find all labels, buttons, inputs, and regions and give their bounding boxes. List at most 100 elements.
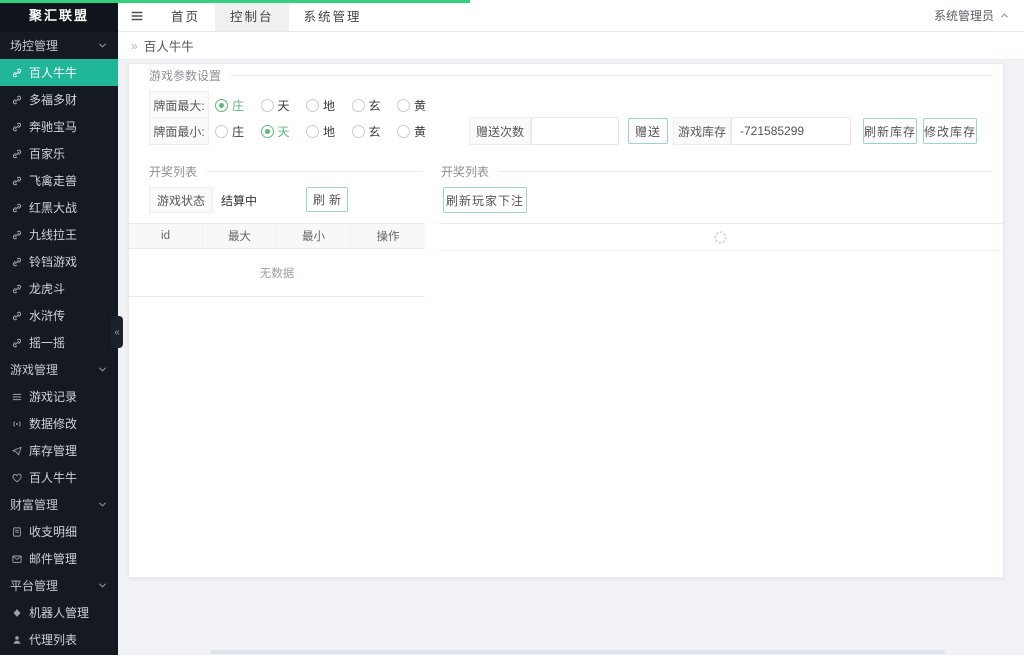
radio-option[interactable]: 地 (306, 123, 352, 140)
breadcrumb-prefix: » (131, 38, 138, 53)
sidebar-item-label: 机器人管理 (29, 606, 90, 620)
user-menu[interactable]: 系统管理员 (934, 0, 1024, 31)
lottery-table-header: id 最大 最小 操作 (129, 223, 425, 249)
chevron-up-icon (999, 10, 1010, 21)
radio-option[interactable]: 庄 (215, 123, 261, 140)
loading-progress-bar (0, 0, 470, 3)
link-icon (10, 255, 23, 268)
gift-count-input[interactable] (531, 117, 619, 145)
link-icon (10, 336, 23, 349)
sidebar-collapse-handle[interactable]: « (111, 316, 123, 348)
tab-console[interactable]: 控制台 (215, 0, 289, 31)
col-action: 操作 (376, 231, 400, 243)
radio-option[interactable]: 玄 (351, 97, 398, 114)
sidebar-item-2[interactable]: 多福多财 (0, 86, 118, 113)
heart-icon (10, 471, 23, 484)
card-min-label: 牌面最小: (149, 117, 209, 145)
game-stock-input[interactable] (731, 117, 851, 145)
sidebar-item-label: 代理列表 (29, 633, 78, 647)
link-icon (10, 174, 23, 187)
user-icon (10, 633, 23, 646)
sidebar-item-label: 百家乐 (29, 147, 66, 161)
sidebar-item-label: 水浒传 (29, 309, 66, 323)
breadcrumb: » 百人牛牛 (118, 32, 1024, 60)
radio-icon (215, 124, 228, 138)
radio-option[interactable]: 黄 (397, 97, 443, 114)
sidebar-item-19[interactable]: 邮件管理 (0, 545, 118, 572)
lottery-left-divider: 开奖列表 (149, 163, 422, 180)
sidebar-item-label: 财富管理 (10, 498, 59, 512)
sidebar-section-12[interactable]: 游戏管理 (0, 356, 118, 383)
game-status-value[interactable]: 结算中 (221, 187, 257, 213)
refresh-stock-button[interactable]: 刷新库存 (863, 118, 917, 144)
refresh-button[interactable]: 刷新 (306, 187, 348, 212)
sidebar-section-20[interactable]: 平台管理 (0, 572, 118, 599)
radio-option[interactable]: 玄 (351, 123, 398, 140)
sidebar-item-14[interactable]: 数据修改 (0, 410, 118, 437)
radio-option[interactable]: 天 (260, 97, 307, 114)
card-max-label: 牌面最大: (149, 91, 209, 119)
sidebar-item-21[interactable]: 机器人管理 (0, 599, 118, 626)
radio-icon (306, 98, 319, 112)
sidebar-item-11[interactable]: 摇一摇 (0, 329, 118, 356)
sidebar-item-4[interactable]: 百家乐 (0, 140, 118, 167)
sidebar-item-label: 数据修改 (29, 417, 78, 431)
link-icon (10, 120, 23, 133)
sidebar-item-label: 游戏记录 (29, 390, 78, 404)
sidebar-section-17[interactable]: 财富管理 (0, 491, 118, 518)
link-icon (10, 201, 23, 214)
sidebar-item-6[interactable]: 红黑大战 (0, 194, 118, 221)
lottery-right-divider: 开奖列表 (441, 163, 991, 180)
sidebar-item-label: 摇一摇 (29, 336, 66, 350)
hamburger-icon[interactable] (118, 0, 156, 31)
modify-stock-button[interactable]: 修改库存 (923, 118, 977, 144)
gift-button[interactable]: 赠送 (628, 118, 668, 144)
sidebar-item-15[interactable]: 库存管理 (0, 437, 118, 464)
sidebar-item-22[interactable]: 代理列表 (0, 626, 118, 653)
top-navbar: 首页 控制台 系统管理 系统管理员 (118, 0, 1024, 32)
col-max: 最大 (203, 224, 277, 248)
radio-option[interactable]: 庄 (215, 97, 261, 114)
sidebar-item-16[interactable]: 百人牛牛 (0, 464, 118, 491)
sidebar-item-label: 邮件管理 (29, 552, 78, 566)
sidebar-item-3[interactable]: 奔驰宝马 (0, 113, 118, 140)
sidebar-item-label: 九线拉王 (29, 228, 78, 242)
sidebar-item-label: 飞禽走兽 (29, 174, 78, 188)
gift-count-label: 赠送次数 (469, 117, 531, 145)
sidebar-item-label: 多福多财 (29, 93, 78, 107)
sidebar-item-10[interactable]: 水浒传 (0, 302, 118, 329)
robot-icon (10, 606, 23, 619)
sidebar-item-label: 龙虎斗 (29, 282, 66, 296)
user-name: 系统管理员 (933, 9, 994, 23)
card-max-radio-group: 庄 天 地 玄 黄 (215, 91, 443, 119)
refresh-player-bets-button[interactable]: 刷新玩家下注 (443, 187, 527, 213)
main-content: 游戏参数设置 牌面最大: 庄 天 地 玄 黄 牌面最小: 庄 天 地 玄 黄 赠… (118, 60, 1024, 655)
sidebar-item-label: 铃铛游戏 (29, 255, 78, 269)
tab-system[interactable]: 系统管理 (289, 0, 377, 31)
radio-option[interactable]: 地 (306, 97, 352, 114)
radio-icon (351, 98, 365, 112)
sidebar-item-9[interactable]: 龙虎斗 (0, 275, 118, 302)
page: 聚汇联盟 场控管理 百人牛牛 多福多财 奔驰宝马 百家乐 飞禽走兽 红黑大战 九… (0, 0, 1024, 655)
sidebar-section-0[interactable]: 场控管理 (0, 32, 118, 59)
sidebar-item-5[interactable]: 飞禽走兽 (0, 167, 118, 194)
broadcast-icon (10, 417, 23, 430)
chevron-down-icon (97, 364, 108, 375)
link-icon (10, 147, 23, 160)
game-stock-label: 游戏库存 (673, 117, 731, 145)
chevron-down-icon (97, 40, 108, 51)
chevron-down-icon (97, 580, 108, 591)
radio-option[interactable]: 天 (260, 123, 307, 140)
sidebar-item-7[interactable]: 九线拉王 (0, 221, 118, 248)
sidebar-item-1[interactable]: 百人牛牛 (0, 59, 118, 86)
sidebar-item-label: 奔驰宝马 (29, 120, 78, 134)
radio-icon (351, 124, 365, 138)
sidebar-item-13[interactable]: 游戏记录 (0, 383, 118, 410)
tab-home[interactable]: 首页 (156, 0, 215, 31)
sidebar-item-8[interactable]: 铃铛游戏 (0, 248, 118, 275)
sidebar-item-18[interactable]: 收支明细 (0, 518, 118, 545)
send-icon (10, 444, 23, 457)
radio-option[interactable]: 黄 (397, 123, 443, 140)
horizontal-scrollbar-thumb[interactable] (210, 650, 945, 654)
lottery-left-title: 开奖列表 (149, 163, 208, 180)
